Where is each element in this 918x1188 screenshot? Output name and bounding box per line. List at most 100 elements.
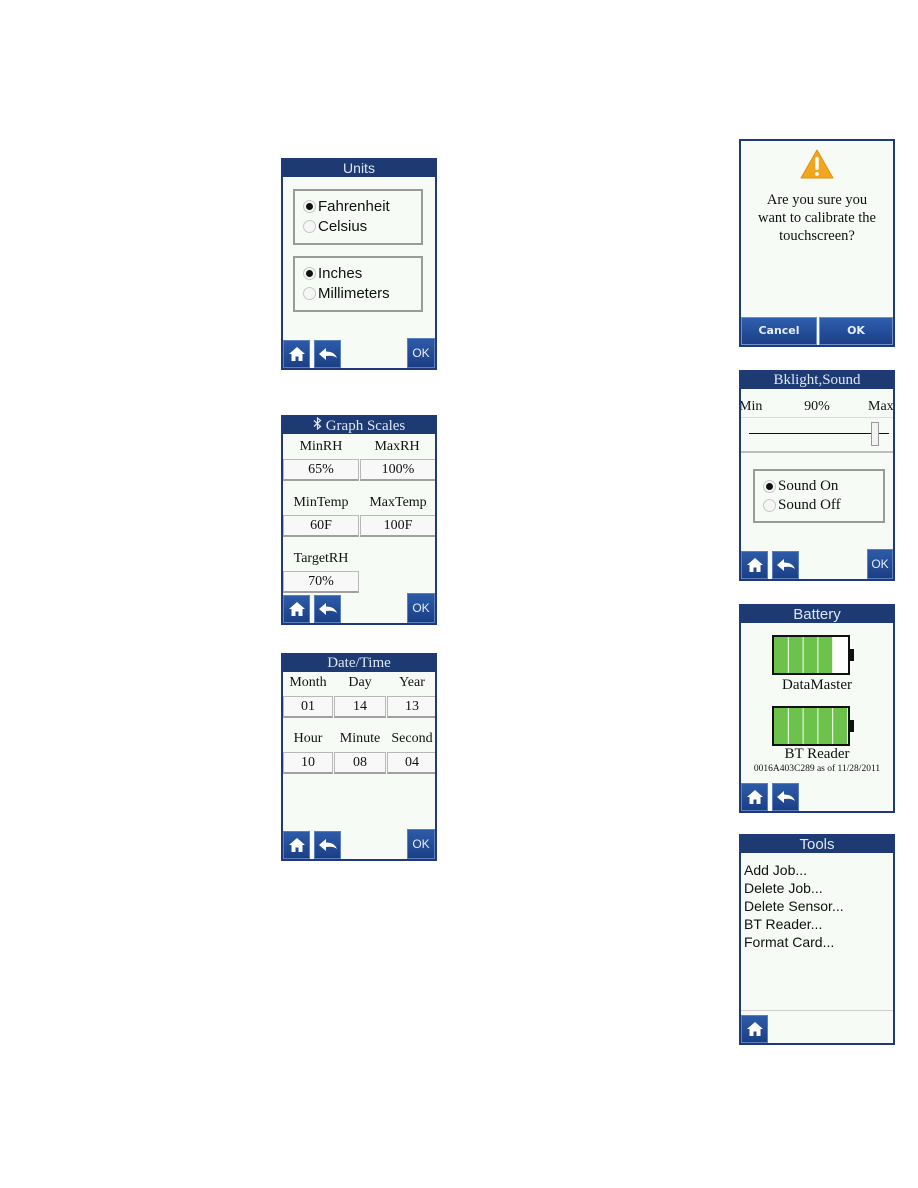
ok-button[interactable]: OK [867,549,893,579]
battery-segment [774,708,788,744]
home-icon [288,602,305,616]
ok-button[interactable]: OK [819,317,893,345]
radio-button-selected[interactable] [763,480,776,493]
second-field[interactable]: 04 [387,752,435,774]
home-button[interactable] [741,551,768,579]
min-temp-label: MinTemp [293,495,349,510]
battery-icon [772,706,854,746]
tools-title: Tools [741,836,893,853]
home-button[interactable] [741,1015,768,1043]
radio-label: Millimeters [318,285,390,302]
radio-inches[interactable]: Inches [303,265,362,282]
month-field[interactable]: 01 [283,696,333,718]
max-rh-label: MaxRH [374,439,420,454]
battery-segment [788,708,803,744]
calibrate-dialog: Are you sure you want to calibrate the t… [739,139,895,347]
min-label: Min [739,399,763,414]
back-arrow-icon [776,790,795,803]
back-arrow-icon [318,838,337,851]
month-label: Month [289,675,327,690]
radio-label: Celsius [318,218,368,235]
menu-item-delete-sensor[interactable]: Delete Sensor... [744,897,844,915]
min-rh-label: MinRH [299,439,343,454]
button-bar: OK [283,593,435,623]
date-time-title: Date/Time [283,655,435,672]
radio-sound-off[interactable]: Sound Off [763,497,841,514]
radio-button[interactable] [763,499,776,512]
minute-field[interactable]: 08 [334,752,386,774]
year-label: Year [399,675,425,690]
min-rh-field[interactable]: 65% [283,459,359,481]
back-arrow-icon [318,347,337,360]
battery-segment [803,708,818,744]
backlight-slider[interactable] [741,417,893,453]
back-button[interactable] [314,595,341,623]
backlight-sound-screen: Bklight,Sound Min 90% Max Sound On Sound… [739,370,895,581]
battery-segment [833,708,847,744]
battery-device-label: BT Reader [784,746,850,762]
home-button[interactable] [741,783,768,811]
back-button[interactable] [314,340,341,368]
day-field[interactable]: 14 [334,696,386,718]
radio-label: Inches [318,265,363,282]
cancel-button[interactable]: Cancel [741,317,817,345]
radio-button[interactable] [303,287,316,300]
units-title: Units [283,160,435,177]
menu-item-add-job[interactable]: Add Job... [744,861,844,879]
radio-button-selected[interactable] [303,267,316,280]
ok-button[interactable]: OK [407,593,435,623]
warning-icon [800,149,834,179]
menu-item-format-card[interactable]: Format Card... [744,933,844,951]
hour-field[interactable]: 10 [283,752,333,774]
battery-indicator-bt-reader [772,706,856,746]
button-bar [741,781,893,811]
target-rh-field[interactable]: 70% [283,571,359,593]
radio-button-selected[interactable] [303,200,316,213]
radio-millimeters[interactable]: Millimeters [303,285,390,302]
radio-fahrenheit[interactable]: Fahrenheit [303,198,390,215]
max-temp-label: MaxTemp [369,495,427,510]
back-button[interactable] [772,783,799,811]
max-label: Max [868,399,894,414]
max-temp-field[interactable]: 100F [360,515,435,537]
minute-label: Minute [339,731,381,746]
radio-label: Sound On [778,478,839,494]
target-rh-label: TargetRH [293,551,349,566]
battery-segment [774,637,788,673]
home-button[interactable] [283,831,310,859]
home-button[interactable] [283,340,310,368]
radio-celsius[interactable]: Celsius [303,218,367,235]
year-field[interactable]: 13 [387,696,435,718]
battery-title: Battery [741,606,893,623]
button-bar: OK [741,549,893,579]
battery-terminal [850,720,854,732]
ok-button[interactable]: OK [407,338,435,368]
menu-item-bt-reader[interactable]: BT Reader... [744,915,844,933]
battery-segment [803,637,818,673]
back-button[interactable] [772,551,799,579]
radio-label: Sound Off [778,497,841,513]
back-arrow-icon [318,602,337,615]
back-button[interactable] [314,831,341,859]
slider-track [749,433,889,434]
battery-device-label: DataMaster [782,677,852,693]
battery-segment [818,637,833,673]
home-icon [288,838,305,852]
tools-screen: Tools Add Job... Delete Job... Delete Se… [739,834,895,1045]
max-rh-field[interactable]: 100% [360,459,435,481]
radio-label: Fahrenheit [318,198,390,215]
min-temp-field[interactable]: 60F [283,515,359,537]
battery-indicator-datamaster [772,635,856,675]
backlight-value: 90% [804,399,830,414]
home-button[interactable] [283,595,310,623]
temperature-unit-group: Fahrenheit Celsius [293,189,423,245]
radio-button[interactable] [303,220,316,233]
slider-thumb[interactable] [871,422,879,446]
units-screen: Units Fahrenheit Celsius Inches Millimet… [281,158,437,370]
hour-label: Hour [293,731,323,746]
message-line: touchscreen? [779,228,855,244]
ok-button[interactable]: OK [407,829,435,859]
menu-item-delete-job[interactable]: Delete Job... [744,879,844,897]
radio-sound-on[interactable]: Sound On [763,478,838,495]
button-bar [741,1013,893,1043]
